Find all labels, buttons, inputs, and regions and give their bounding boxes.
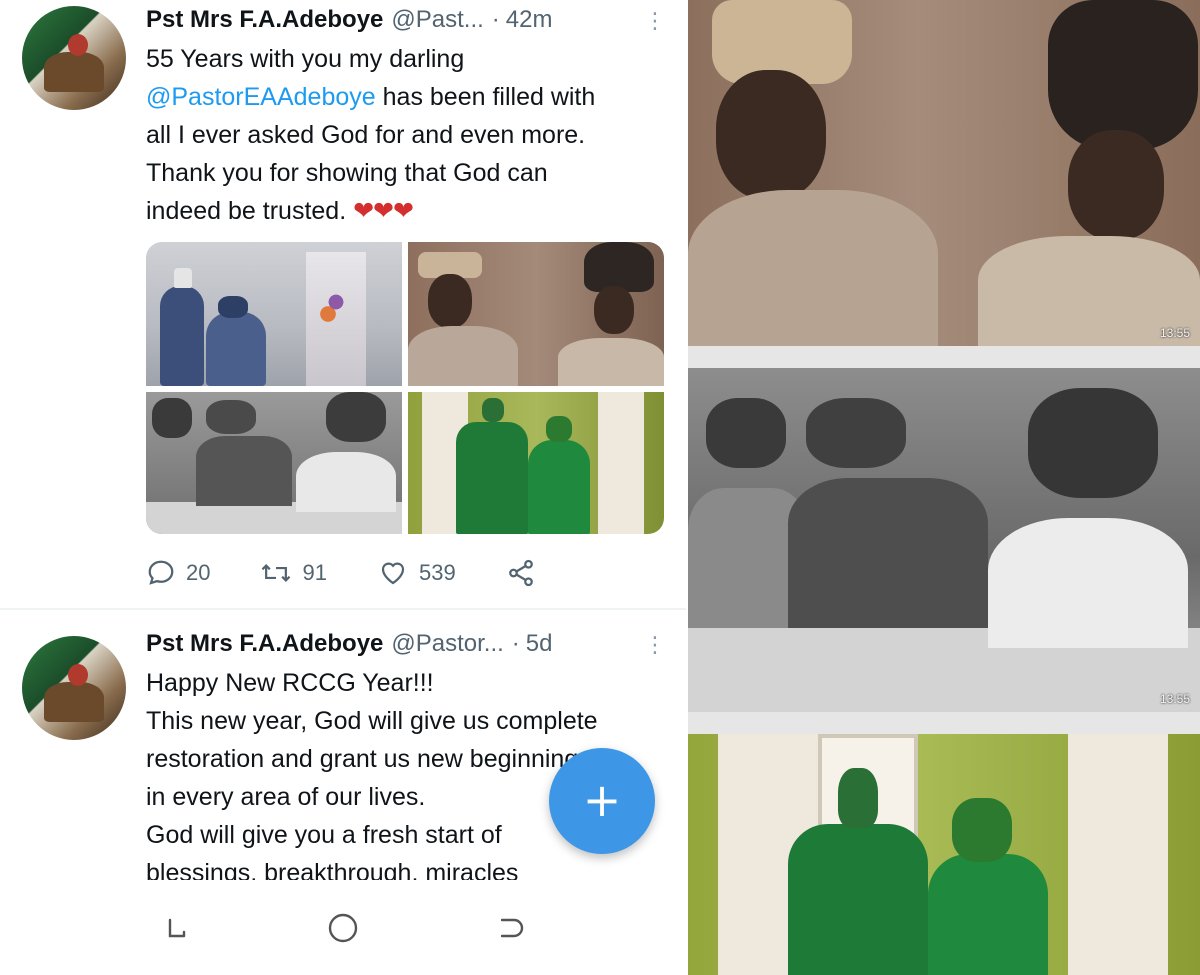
reply-count: 20: [186, 560, 211, 585]
tweet-line: This new year, God will give us complete: [146, 707, 598, 735]
tweet-line: Happy New RCCG Year!!!: [146, 669, 434, 697]
tweet-header: Pst Mrs F.A.Adeboye @Pastor... · 5d: [146, 630, 664, 664]
tweet-line: @PastorEAAdeboye has been filled with: [146, 78, 666, 116]
author-handle[interactable]: @Pastor...: [391, 630, 503, 658]
system-nav-bar: [0, 880, 686, 975]
tweet-time[interactable]: 5d: [526, 630, 553, 658]
mention-link[interactable]: @PastorEAAdeboye: [146, 83, 376, 111]
tweet-line: indeed be trusted. ❤❤❤: [146, 192, 666, 230]
more-options-icon[interactable]: ⋮: [644, 632, 666, 658]
tweet-body: Pst Mrs F.A.Adeboye @Past... · 42m ⋮ 55 …: [146, 6, 666, 230]
home-icon[interactable]: [325, 910, 361, 946]
author-name[interactable]: Pst Mrs F.A.Adeboye: [146, 6, 383, 34]
retweet-icon: [262, 564, 291, 582]
back-icon[interactable]: [492, 910, 528, 946]
tweet-time[interactable]: 42m: [506, 6, 553, 34]
tweet-actions: 20 91 539: [146, 556, 626, 590]
author-name[interactable]: Pst Mrs F.A.Adeboye: [146, 630, 383, 658]
video-timestamp: 13:55: [1159, 692, 1190, 706]
photo-wedding-signing-large[interactable]: 13:55: [688, 368, 1200, 712]
tweet-line: blessings, breakthrough, miracles: [146, 859, 519, 882]
like-count: 539: [418, 560, 456, 585]
retweet-count: 91: [302, 560, 327, 585]
photo-vintage-couple[interactable]: [408, 242, 664, 386]
photo-wedding-signing[interactable]: [146, 392, 402, 534]
tweet[interactable]: Pst Mrs F.A.Adeboye @Past... · 42m ⋮ 55 …: [0, 0, 686, 610]
author-handle[interactable]: @Past...: [391, 6, 483, 34]
tweet-line: Thank you for showing that God can: [146, 159, 548, 187]
avatar[interactable]: [22, 636, 126, 740]
separator-dot: ·: [511, 630, 520, 657]
separator-dot: ·: [491, 6, 500, 33]
reply-button[interactable]: 20: [146, 558, 210, 588]
twitter-feed: Pst Mrs F.A.Adeboye @Past... · 42m ⋮ 55 …: [0, 0, 686, 975]
media-grid: [146, 242, 664, 534]
hearts-emoji: ❤❤❤: [353, 197, 414, 225]
retweet-button[interactable]: 91: [260, 558, 327, 588]
compose-tweet-button[interactable]: +: [549, 748, 655, 854]
video-timestamp: 13:55: [1159, 326, 1190, 340]
tweet-line-text: has been filled with: [382, 83, 596, 111]
share-button[interactable]: [506, 558, 546, 588]
tweet-line: all I ever asked God for and even more.: [146, 121, 586, 149]
tweet-text: 55 Years with you my darling @PastorEAAd…: [146, 40, 666, 230]
tweet-line: 55 Years with you my darling: [146, 45, 465, 73]
share-icon: [508, 559, 533, 587]
photo-cake[interactable]: [146, 242, 402, 386]
tweet-header: Pst Mrs F.A.Adeboye @Past... · 42m: [146, 6, 664, 40]
recent-apps-icon[interactable]: [158, 910, 194, 946]
tweet-line-text: indeed be trusted.: [146, 197, 347, 225]
divider: [688, 712, 1200, 734]
photo-couple-green[interactable]: [408, 392, 664, 534]
reply-icon: [148, 560, 174, 585]
heart-icon: [381, 562, 405, 585]
photo-vintage-couple-large[interactable]: 13:55: [688, 0, 1200, 346]
divider: [688, 346, 1200, 368]
like-button[interactable]: 539: [377, 558, 456, 588]
photo-couple-green-large[interactable]: [688, 734, 1200, 975]
more-options-icon[interactable]: ⋮: [644, 8, 666, 34]
avatar[interactable]: [22, 6, 126, 110]
